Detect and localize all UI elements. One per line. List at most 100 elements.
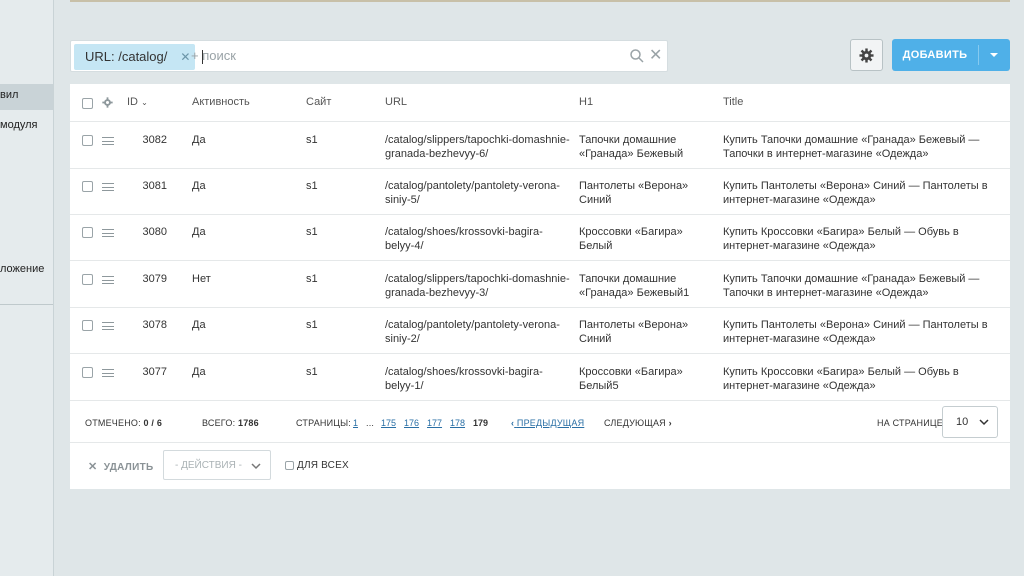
table-row[interactable]: 3079 Нет s1 /catalog/slippers/tapochki-d…: [70, 261, 1010, 308]
select-all-checkbox[interactable]: [82, 98, 93, 109]
search-icon[interactable]: [629, 48, 645, 64]
top-border: [70, 0, 1010, 2]
cell-h1: Пантолеты «Верона» Синий: [579, 180, 689, 206]
cell-h1: Тапочки домашние «Гранада» Бежевый1: [579, 273, 690, 299]
page-link-175[interactable]: 175: [381, 418, 396, 428]
grid-footer: ОТМЕЧЕНО: 0 / 6 ВСЕГО: 1786 СТРАНИЦЫ: 1 …: [70, 402, 1010, 443]
row-checkbox[interactable]: [82, 367, 93, 378]
cell-id: 3080: [142, 226, 167, 238]
delete-button[interactable]: ✕ УДАЛИТЬ: [88, 460, 153, 473]
column-header-h1[interactable]: H1: [579, 96, 709, 110]
chip-remove-icon[interactable]: ✕: [180, 44, 190, 70]
column-settings-gear-icon[interactable]: [102, 97, 113, 108]
column-header-url[interactable]: URL: [385, 96, 570, 110]
close-icon: ✕: [88, 461, 98, 473]
row-checkbox[interactable]: [82, 227, 93, 238]
cell-title: Купить Тапочки домашние «Гранада» Бежевы…: [723, 273, 980, 299]
chevron-down-icon: [990, 53, 998, 57]
gear-icon: [859, 48, 874, 63]
row-menu-icon[interactable]: [102, 183, 114, 191]
selected-count-label: ОТМЕЧЕНО:: [85, 418, 141, 428]
table-row[interactable]: 3082 Да s1 /catalog/slippers/tapochki-do…: [70, 122, 1010, 169]
cell-site: s1: [306, 319, 318, 331]
column-header-activity[interactable]: Активность: [192, 96, 250, 110]
page-ellipsis: ...: [366, 418, 375, 428]
per-page-value: 10: [956, 416, 969, 428]
selected-count-value: 0 / 6: [143, 418, 163, 428]
cell-url: /catalog/pantolety/pantolety-verona-sini…: [385, 319, 560, 345]
cell-id: 3078: [142, 319, 167, 331]
filter-chip-label: URL: /catalog/: [85, 49, 168, 64]
column-header-id[interactable]: ID ⌄: [127, 96, 148, 110]
cell-url: /catalog/pantolety/pantolety-verona-sini…: [385, 180, 560, 206]
sort-chevron-icon: ⌄: [141, 98, 148, 107]
cell-url: /catalog/slippers/tapochki-domashnie-gra…: [385, 134, 570, 160]
row-checkbox[interactable]: [82, 320, 93, 331]
row-menu-icon[interactable]: [102, 276, 114, 284]
row-menu-icon[interactable]: [102, 137, 114, 145]
prev-page-link[interactable]: ‹ ПРЕДЫДУЩАЯ: [511, 418, 584, 428]
cell-h1: Пантолеты «Верона» Синий: [579, 319, 689, 345]
sidebar-item-module[interactable]: модуля: [0, 119, 53, 131]
page-link-1[interactable]: 1: [353, 418, 358, 428]
page-link-176[interactable]: 176: [404, 418, 419, 428]
cell-activity: Да: [192, 180, 206, 192]
prev-page-label: ПРЕДЫДУЩАЯ: [516, 418, 585, 428]
sidebar-item-placement[interactable]: ложение: [0, 263, 53, 275]
row-checkbox[interactable]: [82, 181, 93, 192]
search-input[interactable]: + поиск: [191, 41, 236, 71]
chevron-right-icon: ›: [668, 418, 672, 428]
filter-search-bar[interactable]: URL: /catalog/ ✕ + поиск ✕: [70, 40, 668, 72]
cell-title: Купить Кроссовки «Багира» Белый — Обувь …: [723, 366, 959, 392]
pages-label: СТРАНИЦЫ:: [296, 418, 351, 428]
for-all-label: ДЛЯ ВСЕХ: [297, 460, 349, 471]
settings-button[interactable]: [850, 39, 883, 71]
cell-title: Купить Тапочки домашние «Гранада» Бежевы…: [723, 134, 980, 160]
per-page-select[interactable]: 10: [942, 406, 998, 438]
page-current: 179: [473, 418, 489, 428]
row-menu-icon[interactable]: [102, 369, 114, 377]
cell-title: Купить Пантолеты «Верона» Синий — Пантол…: [723, 319, 988, 345]
column-header-site[interactable]: Сайт: [306, 96, 331, 110]
per-page-label: НА СТРАНИЦЕ:: [877, 418, 946, 428]
next-page-link[interactable]: СЛЕДУЮЩАЯ ›: [604, 418, 672, 428]
sidebar-divider: [0, 304, 53, 305]
row-menu-icon[interactable]: [102, 322, 114, 330]
cell-activity: Нет: [192, 273, 211, 285]
cell-id: 3082: [142, 134, 167, 146]
cell-h1: Тапочки домашние «Гранада» Бежевый: [579, 134, 684, 160]
cell-activity: Да: [192, 226, 206, 238]
cell-h1: Кроссовки «Багира» Белый5: [579, 366, 683, 392]
cell-site: s1: [306, 273, 318, 285]
cell-site: s1: [306, 134, 318, 146]
row-checkbox[interactable]: [82, 135, 93, 146]
chevron-down-icon: [251, 463, 261, 470]
chevron-left-icon: ‹: [511, 418, 515, 428]
add-button[interactable]: ДОБАВИТЬ: [892, 39, 1010, 71]
cell-site: s1: [306, 180, 318, 192]
cell-h1: Кроссовки «Багира» Белый: [579, 226, 683, 252]
filter-chip-url[interactable]: URL: /catalog/ ✕: [74, 44, 196, 70]
column-header-title[interactable]: Title: [723, 96, 1008, 110]
row-checkbox[interactable]: [82, 274, 93, 285]
cell-id: 3081: [142, 180, 167, 192]
text-caret: [202, 50, 203, 64]
add-dropdown-toggle[interactable]: [979, 39, 1010, 71]
cell-url: /catalog/shoes/krossovki-bagira-belyy-1/: [385, 366, 543, 392]
table-row[interactable]: 3081 Да s1 /catalog/pantolety/pantolety-…: [70, 168, 1010, 215]
actions-select[interactable]: - ДЕЙСТВИЯ -: [163, 450, 271, 480]
table-row[interactable]: 3080 Да s1 /catalog/shoes/krossovki-bagi…: [70, 214, 1010, 261]
table-row[interactable]: 3078 Да s1 /catalog/pantolety/pantolety-…: [70, 307, 1010, 354]
page-link-178[interactable]: 178: [450, 418, 465, 428]
cell-url: /catalog/slippers/tapochki-domashnie-gra…: [385, 273, 570, 299]
table-row[interactable]: 3077 Да s1 /catalog/shoes/krossovki-bagi…: [70, 354, 1010, 401]
clear-icon[interactable]: ✕: [649, 45, 662, 67]
total-count: ВСЕГО: 1786: [202, 418, 259, 428]
row-menu-icon[interactable]: [102, 229, 114, 237]
page-link-177[interactable]: 177: [427, 418, 442, 428]
sidebar: вил модуля ложение: [0, 0, 54, 576]
sidebar-item-rules[interactable]: вил: [0, 89, 53, 101]
for-all-checkbox[interactable]: [285, 461, 294, 470]
for-all-toggle[interactable]: ДЛЯ ВСЕХ: [285, 460, 349, 471]
total-count-value: 1786: [237, 418, 259, 428]
